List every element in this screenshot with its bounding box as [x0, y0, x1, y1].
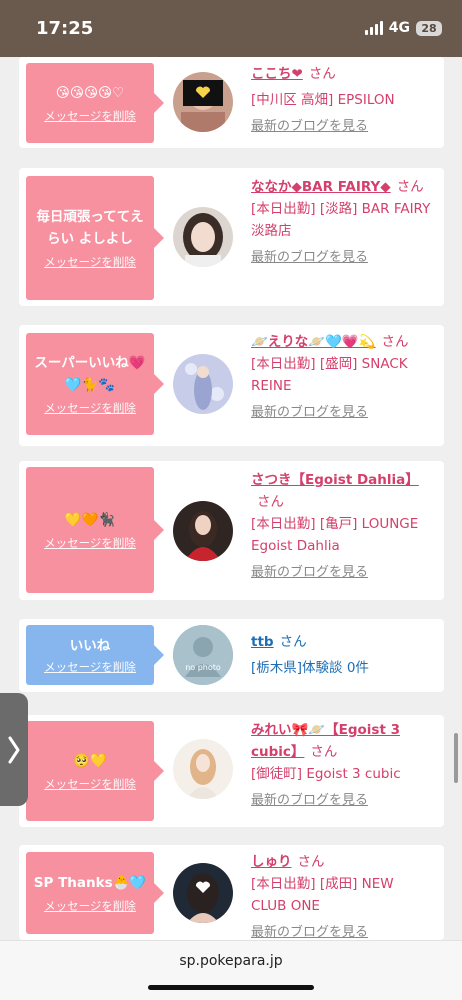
side-drawer-handle[interactable] — [0, 693, 28, 806]
message-card: 🥺💛 メッセージを削除 みれい🎀🪐【Egoist 3 cubic】 さん [御徒町… — [19, 715, 444, 827]
shop-info: [御徒町] Egoist 3 cubic — [251, 766, 401, 782]
avatar-photo-icon — [173, 501, 233, 561]
avatar-photo-icon — [173, 72, 233, 132]
message-card: いいね メッセージを削除 ttb さん [栃木県]体験談 0件 no photo — [19, 619, 444, 692]
chevron-right-icon — [8, 736, 20, 763]
cast-info: しゅり さん [本日出勤] [成田] NEW CLUB ONE 最新のブログを見る — [251, 851, 431, 940]
cast-name-link[interactable]: しゅり — [251, 854, 292, 870]
status-time: 17:25 — [36, 18, 94, 39]
cast-name-link[interactable]: 🪐えりな🪐🩵💗💫 — [251, 334, 376, 350]
blog-link[interactable]: 最新のブログを見る — [251, 402, 431, 424]
honorific: さん — [308, 66, 336, 82]
honorific: さん — [279, 634, 307, 650]
cast-info: ここち❤ さん [中川区 高畑] EPSILON 最新のブログを見る — [251, 63, 431, 138]
signal-icon — [364, 21, 383, 35]
message-card: 😘😘😘😘♡ メッセージを削除 ここち❤ さん [中川区 高畑] EPSILON 最… — [19, 57, 444, 148]
avatar-photo-icon — [173, 207, 233, 267]
delete-message-link[interactable]: メッセージを削除 — [44, 400, 136, 416]
message-bubble: 💛🧡🐈‍⬛ メッセージを削除 — [26, 467, 164, 593]
message-text: スーパーいいね💗🩵🐈🐾 — [34, 355, 146, 393]
avatar[interactable] — [173, 863, 233, 923]
network-label: 4G — [388, 20, 410, 36]
delete-message-link[interactable]: メッセージを削除 — [44, 108, 136, 124]
url-text[interactable]: sp.pokepara.jp — [0, 953, 462, 969]
message-text: いいね — [69, 638, 111, 654]
status-bar: 17:25 4G 28 — [0, 0, 462, 57]
cast-info: ttb さん [栃木県]体験談 0件 — [251, 631, 431, 679]
avatar[interactable] — [173, 72, 233, 132]
no-photo-icon — [173, 625, 233, 685]
blog-link[interactable]: 最新のブログを見る — [251, 562, 431, 584]
delete-message-link[interactable]: メッセージを削除 — [44, 659, 136, 675]
honorific: さん — [381, 334, 409, 350]
message-text: SP Thanks🐣🩵 — [33, 875, 147, 891]
blog-link[interactable]: 最新のブログを見る — [251, 922, 431, 940]
message-text: 😘😘😘😘♡ — [55, 85, 125, 101]
avatar-photo-icon — [173, 739, 233, 799]
cast-name-link[interactable]: さつき【Egoist Dahlia】 — [251, 472, 419, 488]
shop-info: [本日出勤] [盛岡] SNACK REINE — [251, 356, 408, 394]
message-list: 😘😘😘😘♡ メッセージを削除 ここち❤ さん [中川区 高畑] EPSILON 最… — [0, 57, 462, 940]
cast-info: ななか◆BAR FAIRY◆ さん [本日出勤] [淡路] BAR FAIRY 淡… — [251, 176, 444, 269]
honorific: さん — [310, 744, 338, 760]
avatar[interactable] — [173, 625, 233, 685]
browser-url-bar[interactable]: sp.pokepara.jp — [0, 940, 462, 1000]
blog-link[interactable]: 最新のブログを見る — [251, 247, 431, 269]
cast-info: さつき【Egoist Dahlia】さん [本日出勤] [亀戸] LOUNGE … — [251, 469, 431, 584]
honorific: さん — [297, 854, 325, 870]
message-text: 💛🧡🐈‍⬛ — [64, 512, 116, 528]
delete-message-link[interactable]: メッセージを削除 — [44, 535, 136, 551]
message-text: 🥺💛 — [73, 753, 107, 769]
message-bubble: 毎日頑張っててえらい よしよし メッセージを削除 — [26, 176, 164, 300]
message-card: 💛🧡🐈‍⬛ メッセージを削除 さつき【Egoist Dahlia】さん [本日出… — [19, 461, 444, 600]
blog-link[interactable]: 最新のブログを見る — [251, 790, 431, 812]
avatar-photo-icon — [173, 354, 233, 414]
message-card: SP Thanks🐣🩵 メッセージを削除 しゅり さん [本日出勤] [成田] N… — [19, 845, 444, 940]
message-card: 毎日頑張っててえらい よしよし メッセージを削除 ななか◆BAR FAIRY◆ さ… — [19, 168, 444, 306]
avatar-photo-icon — [173, 863, 233, 923]
honorific: さん — [396, 179, 424, 195]
cast-info: 🪐えりな🪐🩵💗💫 さん [本日出勤] [盛岡] SNACK REINE 最新のブロ… — [251, 331, 431, 424]
scrollbar[interactable] — [454, 733, 458, 783]
shop-info: [本日出勤] [亀戸] LOUNGE Egoist Dahlia — [251, 516, 419, 554]
cast-info: みれい🎀🪐【Egoist 3 cubic】 さん [御徒町] Egoist 3 c… — [251, 719, 431, 812]
shop-info: [本日出勤] [成田] NEW CLUB ONE — [251, 876, 394, 914]
avatar[interactable] — [173, 354, 233, 414]
cast-name-link[interactable]: ここち❤ — [251, 66, 303, 82]
message-card: スーパーいいね💗🩵🐈🐾 メッセージを削除 🪐えりな🪐🩵💗💫 さん [本日出勤] [… — [19, 325, 444, 446]
message-text: 毎日頑張っててえらい よしよし — [36, 209, 144, 247]
message-bubble: いいね メッセージを削除 — [26, 625, 164, 685]
delete-message-link[interactable]: メッセージを削除 — [44, 776, 136, 792]
avatar[interactable] — [173, 501, 233, 561]
battery-icon: 28 — [416, 20, 442, 36]
status-indicators: 4G 28 — [364, 20, 442, 36]
cast-name-link[interactable]: ななか◆BAR FAIRY◆ — [251, 179, 391, 195]
no-photo-label: no photo — [185, 663, 221, 672]
message-bubble: SP Thanks🐣🩵 メッセージを削除 — [26, 852, 164, 934]
avatar[interactable] — [173, 739, 233, 799]
user-name-link[interactable]: ttb — [251, 634, 274, 650]
shop-info: [本日出勤] [淡路] BAR FAIRY 淡路店 — [251, 201, 444, 239]
shop-info: [中川区 高畑] EPSILON — [251, 92, 395, 108]
honorific: さん — [257, 494, 284, 510]
message-bubble: 😘😘😘😘♡ メッセージを削除 — [26, 63, 164, 143]
review-info: [栃木県]体験談 0件 — [251, 660, 369, 676]
delete-message-link[interactable]: メッセージを削除 — [44, 898, 136, 914]
delete-message-link[interactable]: メッセージを削除 — [44, 254, 136, 270]
message-bubble: スーパーいいね💗🩵🐈🐾 メッセージを削除 — [26, 333, 164, 435]
home-indicator[interactable] — [148, 985, 314, 990]
message-bubble: 🥺💛 メッセージを削除 — [26, 721, 164, 821]
blog-link[interactable]: 最新のブログを見る — [251, 116, 431, 138]
avatar[interactable] — [173, 207, 233, 267]
